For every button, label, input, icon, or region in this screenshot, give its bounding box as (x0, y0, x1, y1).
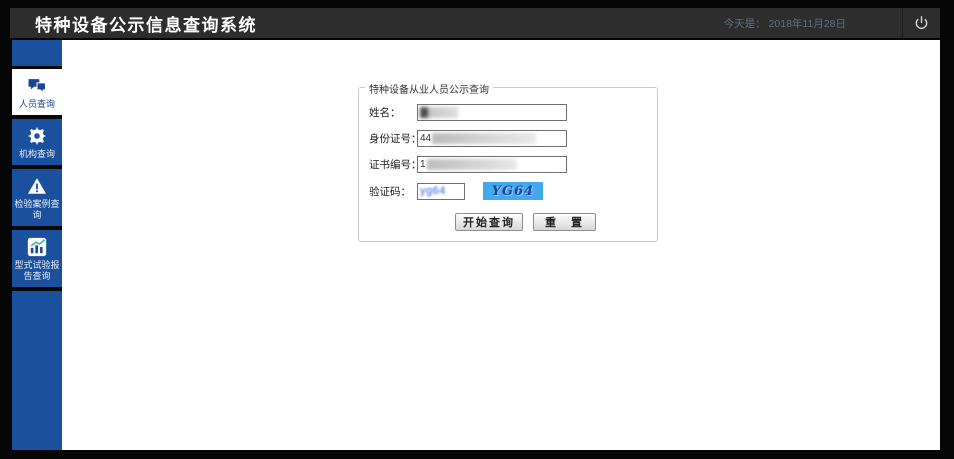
main-content: 特种设备从业人员公示查询 姓名： 身份证号： 44 证书编号： 1 (62, 40, 940, 450)
sidebar-item-label: 机构查询 (19, 149, 55, 159)
captcha-image-text: YG64 (492, 184, 534, 199)
sidebar-item-label: 检验案例查询 (14, 199, 59, 220)
redacted-name-value (420, 107, 458, 118)
current-date: 今天是： 2018年11月28日 (724, 16, 846, 31)
captcha-image[interactable]: YG64 (483, 182, 543, 200)
form-buttons: 开始查询 重 置 (455, 213, 657, 231)
sidebar-filler (12, 291, 62, 450)
form-row-captcha: 验证码： yg64 YG64 (369, 182, 657, 200)
sidebar-item-label: 人员查询 (19, 99, 55, 109)
name-input[interactable] (417, 104, 567, 121)
sidebar-item-personnel-query[interactable]: 人员查询 (12, 69, 62, 115)
sidebar: 人员查询 机构查询 检验案例查询 (12, 40, 62, 450)
page-title: 特种设备公示信息查询系统 (35, 11, 257, 36)
form-row-id-number: 身份证号： 44 (369, 130, 657, 147)
warning-triangle-icon (14, 175, 60, 197)
form-row-name: 姓名： (369, 104, 657, 121)
gear-icon (14, 125, 60, 147)
app-header: 特种设备公示信息查询系统 今天是： 2018年11月28日 (10, 8, 940, 38)
sidebar-item-inspection-case-query[interactable]: 检验案例查询 (12, 169, 62, 226)
certificate-number-input[interactable]: 1 (417, 156, 567, 173)
power-icon (913, 15, 930, 32)
name-label: 姓名： (369, 105, 417, 120)
captcha-label: 验证码： (369, 184, 417, 199)
id-number-label: 身份证号： (369, 131, 417, 146)
start-query-button[interactable]: 开始查询 (455, 213, 523, 231)
redacted-id-value (432, 133, 536, 144)
form-legend: 特种设备从业人员公示查询 (365, 81, 493, 96)
certificate-number-label: 证书编号： (369, 157, 417, 172)
redacted-certificate-value (427, 159, 517, 170)
bar-chart-icon (14, 236, 60, 258)
captcha-input[interactable]: yg64 (417, 183, 465, 200)
id-number-value-prefix: 44 (420, 133, 431, 144)
sidebar-item-organization-query[interactable]: 机构查询 (12, 119, 62, 165)
id-number-input[interactable]: 44 (417, 130, 567, 147)
header-right: 今天是： 2018年11月28日 (724, 8, 940, 38)
chat-bubbles-icon (14, 75, 60, 97)
query-form: 特种设备从业人员公示查询 姓名： 身份证号： 44 证书编号： 1 (358, 87, 658, 242)
captcha-typed-value: yg64 (420, 185, 446, 197)
logout-power-button[interactable] (903, 8, 940, 38)
sidebar-top-spacer (12, 40, 62, 66)
sidebar-item-label: 型式试验报告查询 (14, 260, 59, 281)
reset-button[interactable]: 重 置 (533, 213, 596, 231)
sidebar-item-type-test-report-query[interactable]: 型式试验报告查询 (12, 230, 62, 287)
form-row-certificate-number: 证书编号： 1 (369, 156, 657, 173)
certificate-number-value-prefix: 1 (420, 159, 426, 170)
